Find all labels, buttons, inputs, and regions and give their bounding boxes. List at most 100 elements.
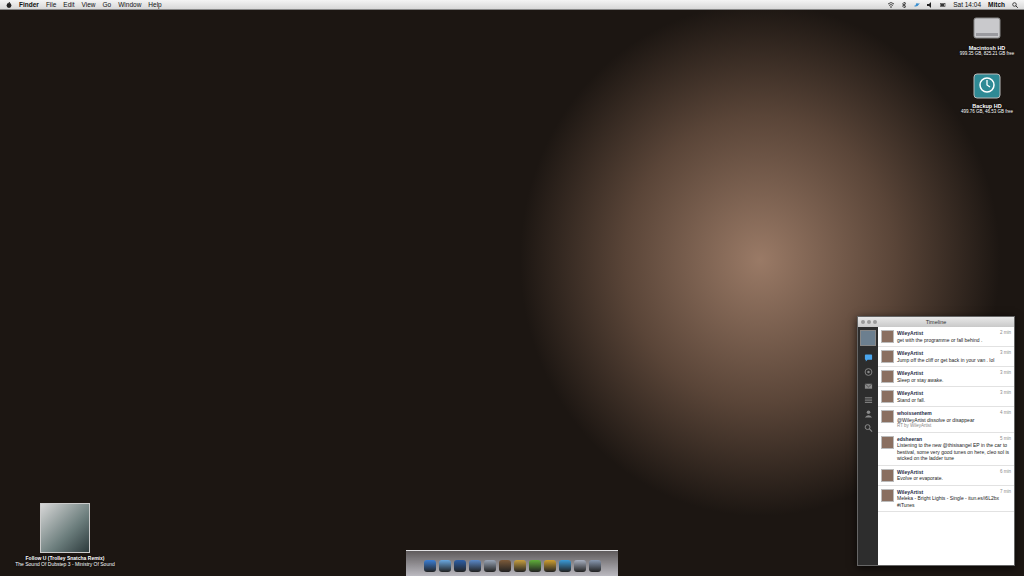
disk-name: Backup HD [972,103,1001,109]
tweet-text: @WileyArtist dissolve or disappear [897,417,1011,424]
dock-app-icon[interactable] [424,560,436,572]
dock-app-icon[interactable] [559,560,571,572]
tweet-user[interactable]: WileyArtist [897,390,923,397]
tweet-row[interactable]: WileyArtist 2 minget with the programme o… [878,327,1014,347]
user-avatar[interactable] [881,330,894,343]
tweet-user[interactable]: WileyArtist [897,489,923,496]
desktop-icon[interactable]: Backup HD499.76 GB, 46.53 GB free [952,70,1022,114]
search-icon[interactable] [864,423,873,432]
timeline-icon[interactable] [864,353,873,362]
profile-icon[interactable] [864,409,873,418]
mentions-icon[interactable] [864,367,873,376]
volume-icon[interactable] [927,2,933,8]
wifi-icon[interactable] [888,2,894,8]
dock [406,550,618,576]
menu-bar: Finder File Edit View Go Window Help Sat 14:04 M… [0,0,1024,10]
menu-item[interactable]: Help [148,1,161,8]
time-machine-icon [972,70,1002,101]
desktop-icon[interactable]: Macintosh HD999.35 GB, 825.21 GB free [952,12,1022,56]
dock-app-icon[interactable] [469,560,481,572]
tweet-time: 6 min [1000,469,1011,476]
desktop: Finder File Edit View Go Window Help Sat 14:04 M… [0,0,1024,576]
dock-app-icon[interactable] [589,560,601,572]
zoom-button[interactable] [873,320,877,324]
retweet-note: RT by WileyArtist [897,423,1011,429]
tweet-time: 2 min [1000,330,1011,337]
user-avatar[interactable] [881,489,894,502]
tweet-text: Evolve or evaporate. [897,475,1011,482]
track-title: Follow U (Trolley Snatcha Remix) [26,555,105,561]
tweet-user[interactable]: edsheeran [897,436,922,443]
tweet-text: Stand or fall. [897,397,1011,404]
tweet-list[interactable]: WileyArtist 2 minget with the programme o… [878,327,1014,565]
menu-item[interactable]: View [82,1,96,8]
tweet-text: get with the programme or fall behind . [897,337,1011,344]
dock-app-icon[interactable] [439,560,451,572]
dock-app-icon[interactable] [454,560,466,572]
bluetooth-icon[interactable] [901,2,907,8]
tweet-row[interactable]: WileyArtist 7 minMeleka - Bright Lights -… [878,486,1014,513]
tweet-text: Jump off the cliff or get back in your v… [897,357,1011,364]
window-title: Timeline [926,319,947,325]
user-avatar[interactable] [881,410,894,423]
tweet-text: Meleka - Bright Lights - Single - itun.e… [897,495,1011,508]
album-art [40,503,90,553]
user-menu[interactable]: Mitch [988,1,1005,8]
clock[interactable]: Sat 14:04 [953,1,981,8]
tweet-user[interactable]: WileyArtist [897,469,923,476]
account-avatar[interactable] [860,330,876,346]
battery-icon[interactable] [940,2,946,8]
menu-item[interactable]: Go [103,1,112,8]
window-controls [861,320,877,324]
tweet-row[interactable]: WileyArtist 3 minJump off the cliff or ge… [878,347,1014,367]
dock-app-icon[interactable] [484,560,496,572]
dock-app-icon[interactable] [514,560,526,572]
tweet-time: 7 min [1000,489,1011,496]
lists-icon[interactable] [864,395,873,404]
menu-item[interactable]: Edit [63,1,74,8]
tweet-row[interactable]: whoissenthem 4 min@WileyArtist dissolve o… [878,407,1014,433]
user-avatar[interactable] [881,469,894,482]
tweet-text: Listening to the new @thisisangel EP in … [897,442,1011,462]
title-bar[interactable]: Timeline [858,317,1014,327]
dock-app-icon[interactable] [529,560,541,572]
dock-app-icon[interactable] [574,560,586,572]
spotlight-icon[interactable] [1012,2,1018,8]
hard-drive-icon [972,12,1002,43]
tweet-time: 3 min [1000,370,1011,377]
tweet-time: 3 min [1000,390,1011,397]
user-avatar[interactable] [881,436,894,449]
disk-name: Macintosh HD [969,45,1006,51]
tweet-time: 4 min [1000,410,1011,417]
tweet-user[interactable]: WileyArtist [897,330,923,337]
tweet-time: 3 min [1000,350,1011,357]
tweet-user[interactable]: WileyArtist [897,350,923,357]
tweet-time: 5 min [1000,436,1011,443]
menu-item[interactable]: Window [118,1,141,8]
user-avatar[interactable] [881,370,894,383]
dock-app-icon[interactable] [499,560,511,572]
tweet-row[interactable]: WileyArtist 3 minStand or fall. [878,387,1014,407]
tweet-text: Sleep or stay awake. [897,377,1011,384]
minimize-button[interactable] [867,320,871,324]
tweet-user[interactable]: whoissenthem [897,410,932,417]
tweet-row[interactable]: WileyArtist 6 minEvolve or evaporate. [878,466,1014,486]
dock-app-icon[interactable] [544,560,556,572]
twitter-icon[interactable] [914,2,920,8]
close-button[interactable] [861,320,865,324]
track-album: The Sound Of Dubstep 3 - Ministry Of Sou… [15,561,115,567]
tweet-user[interactable]: WileyArtist [897,370,923,377]
app-menu[interactable]: Finder [19,1,39,8]
user-avatar[interactable] [881,350,894,363]
menu-item[interactable]: File [46,1,56,8]
sidebar [858,327,878,565]
apple-icon[interactable] [6,2,12,8]
now-playing-widget[interactable]: Follow U (Trolley Snatcha Remix)The Soun… [10,503,120,567]
messages-icon[interactable] [864,381,873,390]
tweet-row[interactable]: WileyArtist 3 minSleep or stay awake. [878,367,1014,387]
tweet-row[interactable]: edsheeran 5 minListening to the new @this… [878,433,1014,466]
user-avatar[interactable] [881,390,894,403]
disk-info: 499.76 GB, 46.53 GB free [961,109,1013,114]
timeline-window[interactable]: TimelineWileyArtist2 minget with the pro… [857,316,1015,566]
disk-info: 999.35 GB, 825.21 GB free [960,51,1015,56]
